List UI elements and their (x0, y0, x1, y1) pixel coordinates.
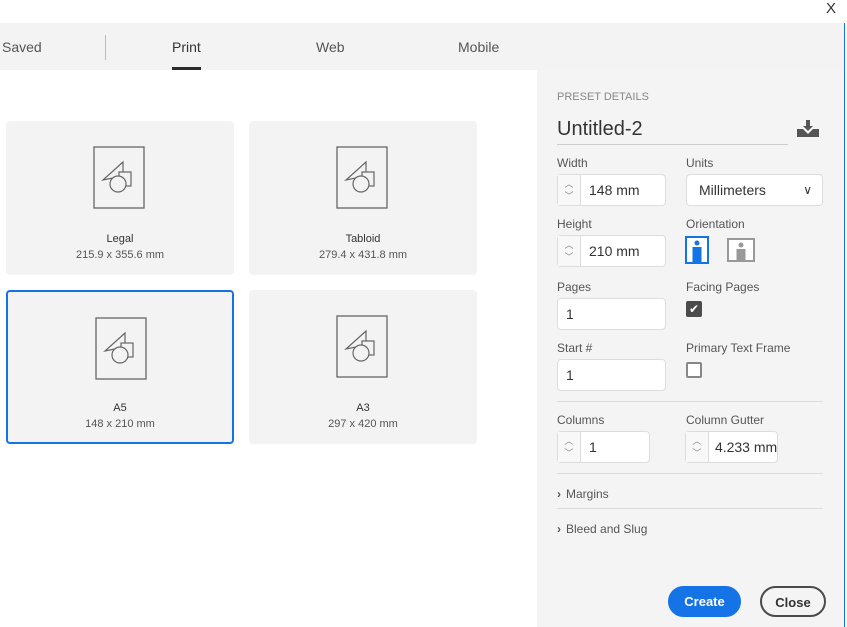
panel-heading: PRESET DETAILS (557, 91, 649, 103)
width-stepper[interactable]: ︿ ﹀ 148 mm (557, 174, 666, 206)
margins-label: Margins (566, 487, 609, 501)
primary-text-frame-checkbox[interactable] (686, 362, 702, 378)
document-icon (336, 315, 388, 378)
columns-value[interactable]: 1 (581, 432, 597, 462)
tab-bar: Saved Print Web Mobile (0, 23, 844, 70)
columns-label: Columns (557, 413, 605, 427)
height-stepper[interactable]: ︿ ﹀ 210 mm (557, 235, 666, 267)
close-button[interactable]: Close (760, 586, 826, 617)
portrait-orientation-icon[interactable] (685, 236, 709, 264)
chevron-down-icon: ∨ (803, 183, 812, 197)
start-page-input[interactable]: 1 (557, 359, 666, 391)
preset-name: A3 (356, 402, 370, 414)
preset-card-a3[interactable]: A3 297 x 420 mm (249, 290, 477, 444)
column-gutter-value[interactable]: 4.233 mm (709, 432, 777, 462)
divider (557, 473, 823, 474)
facing-pages-label: Facing Pages (686, 280, 760, 294)
columns-stepper[interactable]: ︿ ﹀ 1 (557, 431, 650, 463)
document-icon (93, 146, 145, 209)
preset-name: Legal (106, 233, 134, 245)
preset-size: 215.9 x 355.6 mm (75, 249, 165, 261)
stepper-arrows[interactable]: ︿ ﹀ (558, 432, 581, 462)
document-icon (95, 317, 147, 380)
facing-pages-checkbox[interactable]: ✔ (686, 301, 702, 317)
units-value: Millimeters (699, 182, 766, 198)
tab-print[interactable]: Print (172, 39, 201, 70)
divider (557, 401, 823, 402)
width-value[interactable]: 148 mm (581, 175, 640, 205)
divider (557, 508, 823, 509)
orientation-label: Orientation (686, 217, 745, 231)
preset-name: A5 (113, 402, 127, 414)
landscape-orientation-icon[interactable] (727, 238, 755, 262)
preset-card-a5[interactable]: A5 148 x 210 mm (6, 290, 234, 444)
tab-saved[interactable]: Saved (2, 39, 42, 55)
width-label: Width (557, 156, 588, 170)
pages-label: Pages (557, 280, 592, 294)
document-icon (336, 146, 388, 209)
document-name-input[interactable]: Untitled-2 (557, 118, 788, 145)
stepper-arrows[interactable]: ︿ ﹀ (558, 236, 581, 266)
pages-input[interactable]: 1 (557, 298, 666, 330)
height-label: Height (557, 217, 592, 231)
stepper-arrows[interactable]: ︿ ﹀ (558, 175, 581, 205)
preset-name: Tabloid (345, 233, 381, 245)
stepper-arrows[interactable]: ︿ ﹀ (686, 432, 709, 462)
preset-card-tabloid[interactable]: Tabloid 279.4 x 431.8 mm (249, 121, 477, 275)
preset-card-legal[interactable]: Legal 215.9 x 355.6 mm (6, 121, 234, 275)
units-label: Units (686, 156, 714, 170)
tab-mobile[interactable]: Mobile (458, 39, 499, 55)
chevron-right-icon: › (557, 487, 561, 501)
tab-web[interactable]: Web (316, 39, 345, 55)
bleed-slug-section-toggle[interactable]: › Bleed and Slug (557, 522, 647, 536)
preset-size: 279.4 x 431.8 mm (318, 249, 408, 261)
start-label: Start # (557, 341, 593, 355)
create-button[interactable]: Create (668, 586, 741, 617)
margins-section-toggle[interactable]: › Margins (557, 487, 609, 501)
height-value[interactable]: 210 mm (581, 236, 640, 266)
save-preset-icon[interactable] (796, 120, 820, 138)
close-icon[interactable]: X (822, 0, 840, 17)
divider (105, 35, 106, 60)
preset-size: 297 x 420 mm (328, 418, 398, 430)
units-dropdown[interactable]: Millimeters ∨ (686, 174, 823, 206)
chevron-right-icon: › (557, 522, 561, 536)
column-gutter-label: Column Gutter (686, 413, 765, 427)
preset-size: 148 x 210 mm (85, 418, 155, 430)
preset-details-panel: PRESET DETAILS Untitled-2 Width ︿ ﹀ 148 mm… (537, 70, 844, 627)
bleed-slug-label: Bleed and Slug (566, 522, 648, 536)
primary-text-frame-label: Primary Text Frame (686, 341, 791, 355)
column-gutter-stepper[interactable]: ︿ ﹀ 4.233 mm (685, 431, 778, 463)
